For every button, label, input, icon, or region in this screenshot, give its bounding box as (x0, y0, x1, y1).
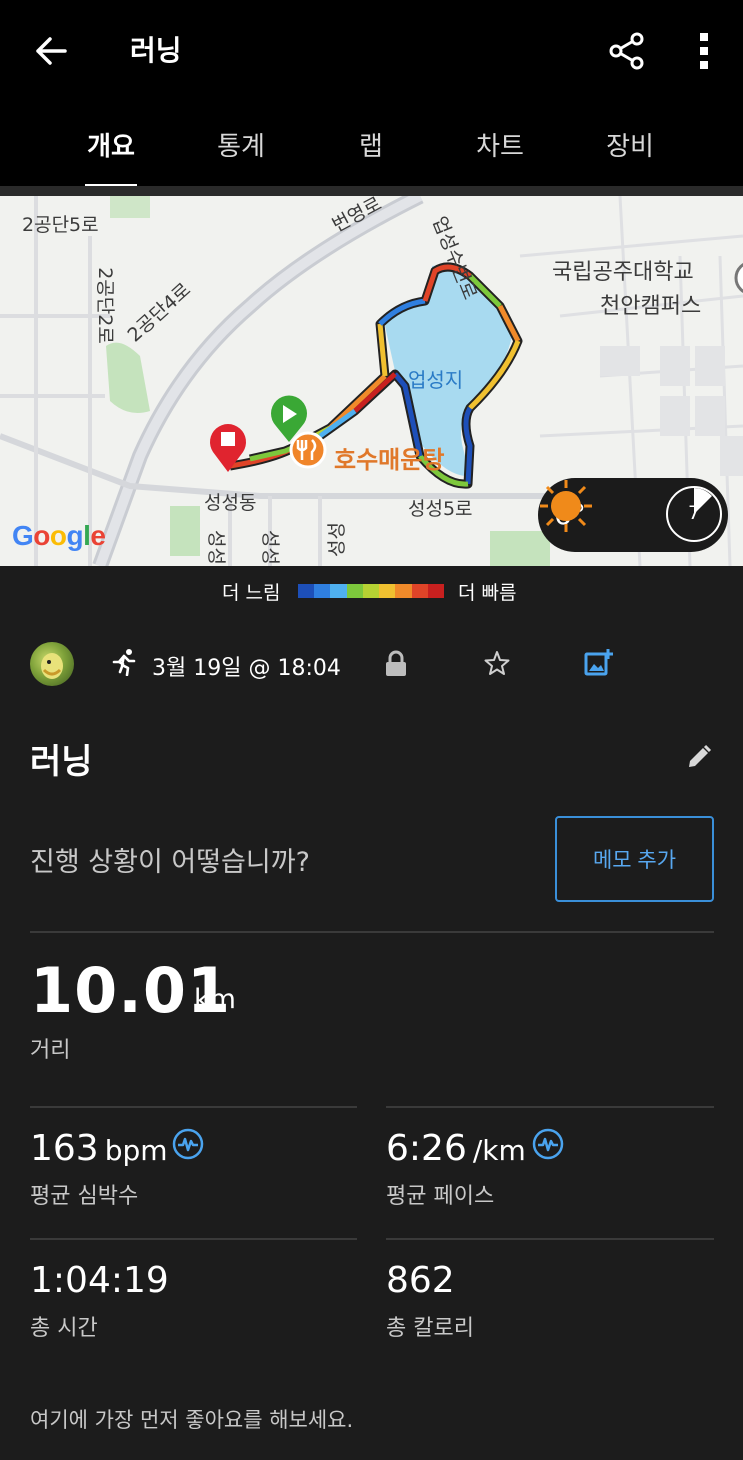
edit-pencil-icon[interactable] (686, 744, 712, 770)
avatar[interactable] (30, 642, 74, 686)
distance-label: 거리 (30, 1038, 71, 1063)
lock-icon[interactable] (384, 650, 408, 678)
legend-color-swatch (427, 584, 444, 598)
tab-charts[interactable]: 차트 (440, 126, 560, 163)
legend-slow-label: 더 느림 (222, 582, 281, 604)
route-map[interactable]: 2공단5로 번영로 업성수변로 국립공주대학교 천안캠퍼스 2공단2로 2공단4… (0, 196, 743, 566)
tab-gear[interactable]: 장비 (570, 126, 690, 163)
map-label-road: 성성 (325, 522, 348, 557)
total-time-label: 총 시간 (30, 1316, 98, 1341)
running-icon (112, 649, 136, 676)
pace-unit: /km (472, 1134, 526, 1167)
legend-color-swatch (346, 584, 363, 598)
legend-color-swatch (362, 584, 380, 598)
share-icon[interactable] (604, 28, 650, 74)
heart-rate-value: 163 (30, 1128, 99, 1169)
star-icon[interactable] (484, 650, 510, 676)
activity-datetime: 3월 19일 @ 18:04 (152, 656, 341, 681)
sun-icon (540, 480, 592, 532)
map-label-road: 성성5로 (408, 498, 473, 520)
pace-legend: 더 느림 더 빠름 (0, 572, 743, 608)
stat-divider (386, 1238, 714, 1240)
tab-laps[interactable]: 랩 (311, 126, 431, 163)
more-options-icon[interactable] (684, 28, 724, 74)
stat-divider (386, 1106, 714, 1108)
legend-fast-label: 더 빠름 (458, 582, 517, 604)
heart-rate-label: 평균 심박수 (30, 1184, 139, 1209)
map-label-district: 성성동 (204, 492, 257, 514)
add-memo-button[interactable]: 메모 추가 (555, 816, 714, 902)
legend-color-swatch (411, 584, 428, 598)
heart-rate-monitor-icon (172, 1128, 204, 1160)
total-time-value: 1:04:19 (30, 1260, 169, 1301)
legend-color-swatch (395, 584, 412, 598)
map-label-campus: 국립공주대학교 (552, 260, 694, 285)
pace-value: 6:26 (386, 1128, 467, 1169)
heart-rate-unit: bpm (104, 1134, 168, 1167)
wind-speed: 7 (687, 502, 701, 524)
calories-value: 862 (386, 1260, 455, 1301)
stat-divider (30, 1238, 357, 1240)
map-label-road: 성성 (258, 530, 281, 565)
legend-color-swatch (379, 584, 396, 598)
top-app-bar: 러닝 개요 통계 랩 차트 장비 (0, 0, 743, 190)
legend-color-swatch (314, 584, 331, 598)
page-title: 러닝 (130, 34, 182, 67)
add-photo-icon[interactable] (584, 648, 614, 678)
map-label-road: 성성 (204, 530, 227, 565)
progress-prompt: 진행 상황이 어떻습니까? (30, 847, 310, 878)
map-label-road: 2공단5로 (22, 214, 99, 236)
header-divider (0, 186, 743, 196)
heart-rate-monitor-icon (532, 1128, 564, 1160)
map-label-campus: 천안캠퍼스 (600, 294, 702, 319)
map-label-lake: 업성지 (408, 368, 464, 392)
tab-overview[interactable]: 개요 (51, 126, 171, 163)
wind-icon: 7 (666, 486, 722, 542)
activity-title: 러닝 (30, 742, 93, 782)
section-divider (30, 931, 714, 933)
like-prompt: 여기에 가장 먼저 좋아요를 해보세요. (30, 1408, 354, 1432)
legend-color-swatch (330, 584, 347, 598)
calories-label: 총 칼로리 (386, 1316, 474, 1341)
tab-bar: 개요 통계 랩 차트 장비 (0, 112, 743, 190)
legend-color-bar (298, 584, 444, 598)
pace-stat[interactable]: 6:26/km (386, 1128, 526, 1169)
tab-stats[interactable]: 통계 (181, 126, 301, 163)
heart-rate-stat[interactable]: 163 bpm (30, 1128, 168, 1169)
weather-badge[interactable]: 6° 7 (538, 478, 728, 552)
legend-color-swatch (298, 584, 315, 598)
pace-label: 평균 페이스 (386, 1184, 495, 1209)
map-label-road: 2공단2로 (93, 267, 116, 344)
distance-unit: km (194, 984, 236, 1015)
back-arrow-icon[interactable] (28, 28, 74, 74)
restaurant-marker-icon (289, 431, 327, 469)
google-logo: Google (12, 520, 106, 551)
map-label-restaurant: 호수매운탕 (334, 446, 445, 474)
activity-meta-row: 3월 19일 @ 18:04 (0, 636, 743, 696)
stat-divider (30, 1106, 357, 1108)
